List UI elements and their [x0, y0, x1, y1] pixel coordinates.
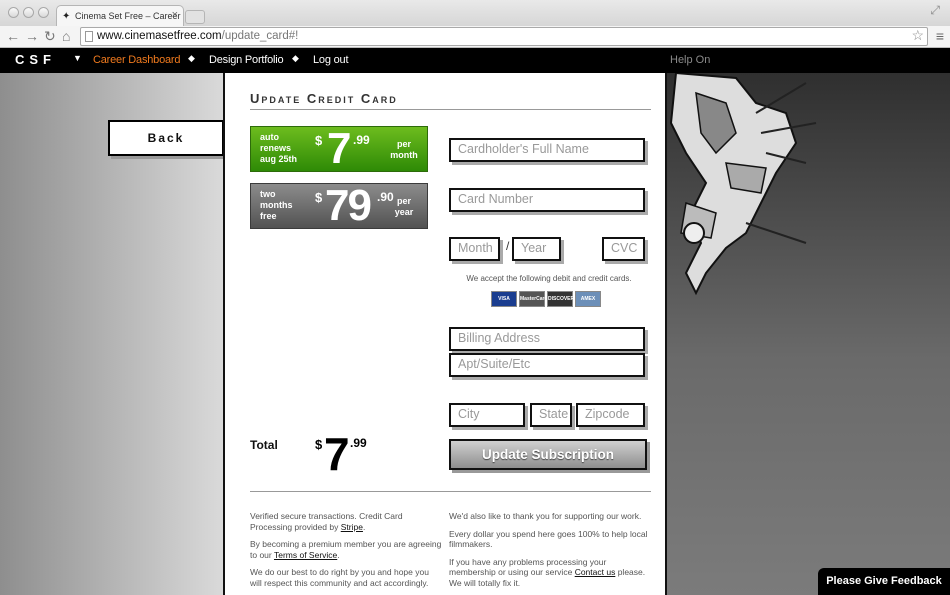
city-field[interactable]: City — [449, 403, 525, 427]
amex-card-icon: AMEX — [575, 291, 601, 307]
site-nav: CSF ▼ Career Dashboard ◆ Design Portfoli… — [0, 48, 950, 73]
total-cents: .99 — [350, 436, 367, 450]
visa-card-icon: VISA — [491, 291, 517, 307]
discover-card-icon: DISCOVER — [547, 291, 574, 307]
plan-currency: $ — [315, 190, 323, 205]
footer-dollar-note: Every dollar you spend here goes 100% to… — [449, 528, 648, 550]
menu-icon[interactable]: ≡ — [936, 28, 944, 44]
terms-link[interactable]: Terms of Service — [274, 550, 337, 560]
state-field[interactable]: State — [530, 403, 572, 427]
footer-stripe-note: Verified secure transactions. Credit Car… — [250, 511, 403, 532]
url-path: /update_card#! — [221, 30, 299, 42]
nav-design-portfolio[interactable]: Design Portfolio — [209, 54, 284, 66]
close-tab-icon[interactable]: × — [172, 9, 178, 21]
plan-monthly[interactable]: auto renews aug 25th $ 7 .99 per month — [250, 124, 428, 173]
mastercard-icon: MasterCard — [519, 291, 548, 307]
address-bar[interactable]: www.cinemasetfree.com/update_card#! — [80, 27, 928, 46]
site-logo[interactable]: CSF — [15, 52, 56, 67]
bookmark-star-icon[interactable]: ☆ — [911, 27, 924, 44]
reload-icon[interactable]: ↻ — [44, 28, 56, 45]
month-field[interactable]: Month — [449, 237, 500, 261]
plan-note: two months free — [260, 189, 293, 221]
divider — [250, 491, 651, 492]
nav-dropdown-icon[interactable]: ▼ — [73, 53, 82, 63]
contact-link[interactable]: Contact us — [575, 567, 616, 577]
nav-separator-icon: ◆ — [188, 53, 195, 63]
apt-suite-field[interactable]: Apt/Suite/Etc — [449, 353, 645, 377]
accepted-cards-text: We accept the following debit and credit… — [466, 274, 632, 283]
total-dollars: 7 — [324, 428, 350, 480]
update-subscription-button[interactable]: Update Subscription — [449, 439, 647, 470]
tab-title: Cinema Set Free – Career D — [75, 11, 184, 21]
footer-right: We'd also like to thank you for supporti… — [449, 511, 649, 595]
nav-career-dashboard[interactable]: Career Dashboard — [93, 54, 180, 66]
date-separator: / — [506, 239, 510, 253]
card-number-field[interactable]: Card Number — [449, 188, 645, 212]
minimize-window-button[interactable] — [23, 7, 34, 18]
back-button[interactable]: Back — [108, 120, 224, 156]
footer-community-note: We do our best to do right by you and ho… — [250, 567, 429, 588]
browser-tab-strip: ✦ Cinema Set Free – Career D × ⤢ — [0, 0, 950, 26]
home-icon[interactable]: ⌂ — [62, 28, 70, 44]
new-tab-button[interactable] — [185, 10, 205, 24]
browser-toolbar: ← → ↻ ⌂ www.cinemasetfree.com/update_car… — [0, 26, 950, 48]
zipcode-field[interactable]: Zipcode — [576, 403, 645, 427]
nav-log-out[interactable]: Log out — [313, 54, 349, 66]
billing-address-field[interactable]: Billing Address — [449, 327, 645, 351]
url-host: www.cinemasetfree.com — [97, 30, 222, 42]
footer-terms-note: By becoming a premium member you are agr… — [250, 539, 442, 560]
year-field[interactable]: Year — [512, 237, 561, 261]
forward-arrow-icon[interactable]: → — [25, 28, 39, 44]
page-title: Update Credit Card — [250, 91, 651, 110]
feedback-button[interactable]: Please Give Feedback — [818, 568, 950, 595]
nav-separator-icon: ◆ — [292, 53, 299, 63]
plan-yearly[interactable]: two months free $ 79 .90 per year — [250, 181, 428, 230]
stripe-link[interactable]: Stripe — [341, 522, 363, 532]
back-arrow-icon[interactable]: ← — [6, 28, 20, 44]
plan-note: auto renews aug 25th — [260, 132, 298, 164]
cardholder-name-field[interactable]: Cardholder's Full Name — [449, 138, 645, 162]
help-toggle[interactable]: Help On — [670, 54, 710, 66]
footer-left: Verified secure transactions. Credit Car… — [250, 511, 442, 595]
plan-dollars: 7 — [327, 124, 352, 173]
close-window-button[interactable] — [8, 7, 19, 18]
plan-dollars: 79 — [325, 181, 372, 230]
zoom-window-button[interactable] — [38, 7, 49, 18]
footer-thanks: We'd also like to thank you for supporti… — [449, 511, 642, 521]
character-illustration — [669, 73, 817, 296]
footer-contact-note: If you have any problems processing your… — [449, 556, 646, 588]
favicon-icon: ✦ — [62, 11, 71, 22]
cvc-field[interactable]: CVC — [602, 237, 645, 261]
plan-period: per month — [390, 139, 418, 160]
total-currency: $ — [315, 437, 323, 452]
update-card-panel: Update Credit Card auto renews aug 25th … — [223, 73, 667, 595]
fullscreen-icon[interactable]: ⤢ — [930, 3, 940, 18]
plan-period: per year — [394, 196, 414, 217]
background-art — [666, 73, 950, 595]
page-icon — [85, 31, 93, 42]
total-label: Total — [250, 438, 278, 452]
plan-currency: $ — [315, 133, 323, 148]
plan-cents: .99 — [353, 133, 370, 147]
browser-tab[interactable]: ✦ Cinema Set Free – Career D × — [56, 5, 184, 26]
